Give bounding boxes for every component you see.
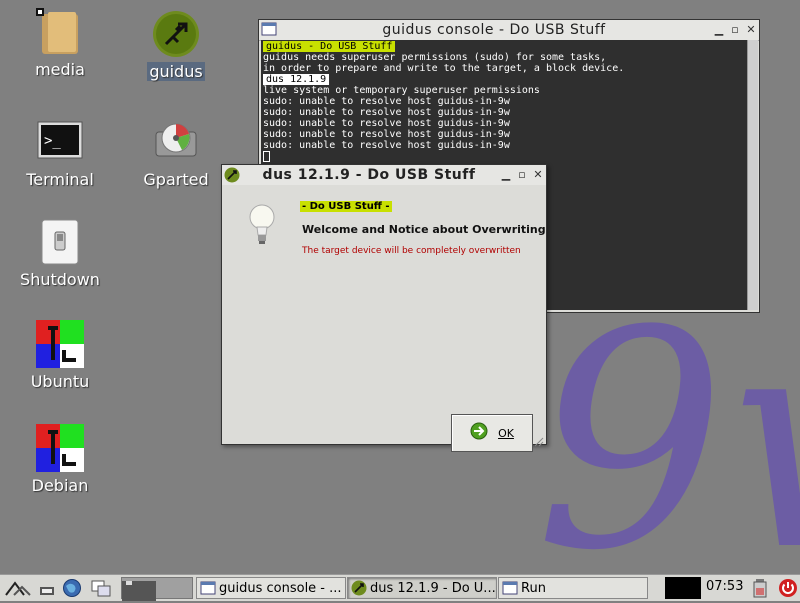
window-icon: [200, 580, 216, 596]
battery-icon[interactable]: [752, 578, 768, 602]
console-line: sudo: unable to resolve host guidus-in-9…: [263, 140, 510, 151]
console-line: sudo: unable to resolve host guidus-in-9…: [263, 107, 510, 118]
terminal-icon: >_: [36, 118, 84, 166]
usb-icon: [351, 580, 367, 596]
desktop-icon-shutdown[interactable]: Shutdown: [10, 218, 110, 289]
desktop-icon-terminal[interactable]: >_ Terminal: [10, 118, 110, 189]
resize-grip-icon[interactable]: [534, 432, 544, 447]
minimize-icon[interactable]: ▁: [498, 167, 514, 183]
usb-icon[interactable]: [224, 167, 240, 183]
desktop-icon-label: Ubuntu: [30, 372, 90, 391]
dialog-badge: - Do USB Stuff -: [300, 201, 392, 212]
console-cursor: [263, 151, 745, 165]
workspace-pager[interactable]: [121, 577, 193, 601]
task-label: dus 12.1.9 - Do U...: [370, 580, 496, 596]
desktop-icon-ubuntu[interactable]: Ubuntu: [10, 320, 110, 391]
desktop-icon-debian[interactable]: Debian: [10, 424, 110, 495]
console-line: dus 12.1.9: [263, 74, 745, 85]
window-icon: [502, 580, 518, 596]
maximize-icon[interactable]: ▫: [514, 167, 530, 183]
desktop-icon-gparted[interactable]: Gparted: [126, 118, 226, 189]
console-line: live system or temporary superuser permi…: [263, 85, 540, 96]
desktop-icon-label: guidus: [147, 62, 205, 81]
task-dialog[interactable]: dus 12.1.9 - Do U...: [347, 577, 497, 599]
taskbar: guidus console - ... dus 12.1.9 - Do U..…: [0, 574, 800, 601]
desktop-icon-label: media: [35, 60, 85, 79]
task-run[interactable]: Run: [498, 577, 648, 599]
disk-icon: [152, 118, 200, 166]
close-icon[interactable]: ✕: [530, 167, 546, 183]
console-line: sudo: unable to resolve host guidus-in-9…: [263, 96, 510, 107]
maximize-icon[interactable]: ▫: [727, 22, 743, 38]
console-scrollbar[interactable]: [747, 40, 758, 310]
console-line: in order to prepare and write to the tar…: [263, 63, 625, 74]
windows-icon[interactable]: [90, 578, 112, 602]
close-icon[interactable]: ✕: [743, 22, 759, 38]
console-line: guidus - Do USB Stuff: [263, 41, 745, 52]
ok-button[interactable]: OK: [451, 414, 533, 452]
ubuntu-logo-icon: [36, 320, 84, 368]
desktop-icon-label: Gparted: [143, 170, 209, 189]
svg-text:>_: >_: [44, 133, 61, 149]
console-line: sudo: unable to resolve host guidus-in-9…: [263, 118, 510, 129]
dus-dialog[interactable]: dus 12.1.9 - Do USB Stuff ▁ ▫ ✕ - Do USB…: [221, 164, 547, 452]
cpu-monitor: [665, 577, 701, 599]
desktop-icon-label: Debian: [31, 476, 89, 495]
console-line: guidus needs superuser permissions (sudo…: [263, 52, 607, 63]
console-title: guidus console - Do USB Stuff: [382, 22, 606, 38]
desktop-icon-label: Shutdown: [20, 270, 100, 289]
task-label: Run: [521, 580, 546, 596]
dialog-titlebar[interactable]: dus 12.1.9 - Do USB Stuff ▁ ▫ ✕: [222, 165, 546, 186]
workspace-1[interactable]: [122, 581, 156, 601]
ok-button-label: OK: [498, 426, 514, 440]
desktop-icon-media[interactable]: media: [10, 8, 110, 79]
desktop-icon-label: Terminal: [26, 170, 94, 189]
clock: 07:53: [706, 579, 744, 594]
dialog-heading: Welcome and Notice about Overwriting: [302, 223, 546, 236]
window-menu-icon[interactable]: [261, 22, 277, 38]
minimize-icon[interactable]: ▁: [711, 22, 727, 38]
task-label: guidus console - ...: [219, 580, 342, 596]
console-line: sudo: unable to resolve host guidus-in-9…: [263, 129, 510, 140]
console-titlebar[interactable]: guidus console - Do USB Stuff ▁ ▫ ✕: [259, 20, 759, 41]
dialog-content: - Do USB Stuff - Welcome and Notice abou…: [222, 185, 546, 452]
dialog-warning: The target device will be completely ove…: [302, 246, 521, 256]
start-menu-icon[interactable]: [2, 577, 32, 599]
lightbulb-icon: [246, 201, 278, 253]
dialog-title: dus 12.1.9 - Do USB Stuff: [262, 167, 476, 183]
power-switch-icon: [36, 218, 84, 266]
ok-icon: [470, 422, 488, 444]
wallpaper-logo: 9w: [535, 267, 800, 600]
task-console[interactable]: guidus console - ...: [196, 577, 346, 599]
usb-icon: [152, 10, 200, 58]
debian-logo-icon: [36, 424, 84, 472]
folder-icon: [36, 8, 84, 56]
power-icon[interactable]: [778, 578, 798, 602]
web-browser-icon[interactable]: [62, 578, 82, 602]
show-desktop-icon[interactable]: [38, 579, 56, 601]
desktop-icon-guidus[interactable]: guidus: [126, 10, 226, 81]
